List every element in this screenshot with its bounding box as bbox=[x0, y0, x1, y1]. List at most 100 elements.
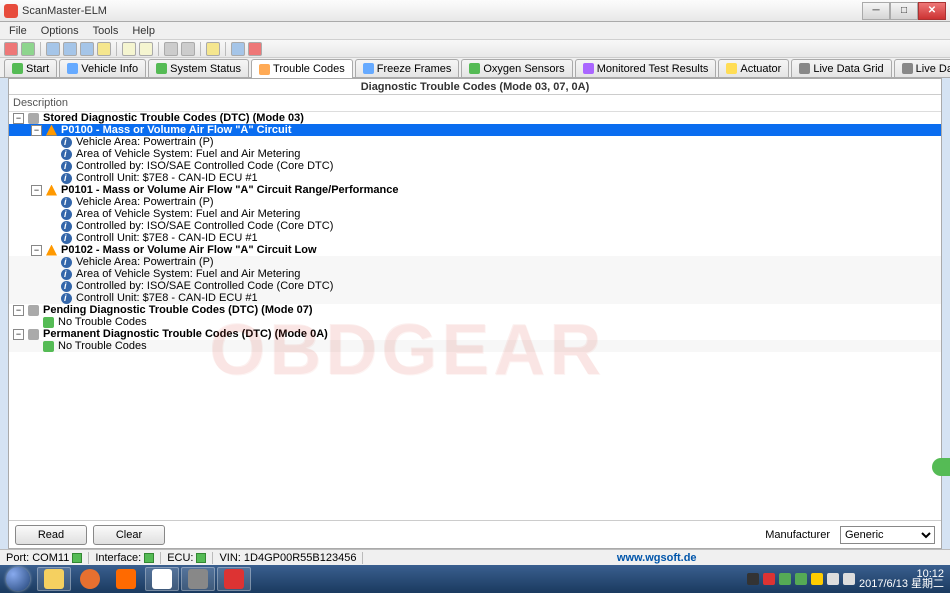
content-panel: Diagnostic Trouble Codes (Mode 03, 07, 0… bbox=[8, 78, 942, 549]
task-app2[interactable] bbox=[181, 567, 215, 591]
tree-code-row[interactable]: −P0100 - Mass or Volume Air Flow "A" Cir… bbox=[9, 124, 941, 136]
tab-oxygen[interactable]: Oxygen Sensors bbox=[461, 59, 572, 77]
led-icon bbox=[196, 553, 206, 563]
titlebar: ScanMaster-ELM ─ □ ✕ bbox=[0, 0, 950, 22]
tree-permanent-header[interactable]: −Permanent Diagnostic Trouble Codes (DTC… bbox=[9, 328, 941, 340]
tray-icon[interactable] bbox=[795, 573, 807, 585]
warn-icon bbox=[259, 64, 270, 75]
info-icon bbox=[61, 209, 72, 220]
tab-monitored[interactable]: Monitored Test Results bbox=[575, 59, 717, 77]
tree-detail-row[interactable]: Vehicle Area: Powertrain (P) bbox=[9, 256, 941, 268]
tree-detail-row[interactable]: Area of Vehicle System: Fuel and Air Met… bbox=[9, 148, 941, 160]
tb-chart-icon[interactable] bbox=[80, 42, 94, 56]
tree-detail-row[interactable]: Area of Vehicle System: Fuel and Air Met… bbox=[9, 208, 941, 220]
status-port-value: COM11 bbox=[32, 552, 69, 564]
tab-system-status[interactable]: System Status bbox=[148, 59, 249, 77]
menu-options[interactable]: Options bbox=[34, 23, 86, 39]
tab-live-meter[interactable]: Live Data Meter bbox=[894, 59, 950, 77]
tb-gear-icon[interactable] bbox=[97, 42, 111, 56]
collapse-icon[interactable]: − bbox=[31, 245, 42, 256]
tb-grid-icon[interactable] bbox=[46, 42, 60, 56]
tree-detail-row[interactable]: Vehicle Area: Powertrain (P) bbox=[9, 196, 941, 208]
folder-icon bbox=[28, 305, 39, 316]
tab-trouble-codes[interactable]: Trouble Codes bbox=[251, 59, 353, 78]
tray-icon[interactable] bbox=[763, 573, 775, 585]
info-icon bbox=[61, 149, 72, 160]
meter-icon bbox=[902, 63, 913, 74]
tb-exit-icon[interactable] bbox=[248, 42, 262, 56]
tab-actuator[interactable]: Actuator bbox=[718, 59, 789, 77]
manufacturer-select[interactable]: Generic bbox=[840, 526, 935, 544]
tree-detail-row[interactable]: Controlled by: ISO/SAE Controlled Code (… bbox=[9, 280, 941, 292]
task-app3[interactable] bbox=[217, 567, 251, 591]
tray-icon[interactable] bbox=[747, 573, 759, 585]
task-firefox[interactable] bbox=[73, 567, 107, 591]
tree-detail-row[interactable]: Controlled by: ISO/SAE Controlled Code (… bbox=[9, 220, 941, 232]
menu-tools[interactable]: Tools bbox=[86, 23, 126, 39]
tb-connect-icon[interactable] bbox=[21, 42, 35, 56]
volume-icon[interactable] bbox=[843, 573, 855, 585]
clock[interactable]: 10:12 2017/6/13 星期二 bbox=[859, 569, 944, 589]
folder-icon bbox=[44, 569, 64, 589]
task-app1[interactable] bbox=[145, 567, 179, 591]
close-button[interactable]: ✕ bbox=[918, 2, 946, 20]
actuator-icon bbox=[726, 63, 737, 74]
tray-icon[interactable] bbox=[827, 573, 839, 585]
system-tray: 10:12 2017/6/13 星期二 bbox=[741, 569, 950, 589]
tree-detail-row[interactable]: Controll Unit: $7E8 - CAN-ID ECU #1 bbox=[9, 292, 941, 304]
dtc-tree[interactable]: −Stored Diagnostic Trouble Codes (DTC) (… bbox=[9, 112, 941, 520]
tab-live-grid[interactable]: Live Data Grid bbox=[791, 59, 891, 77]
tb-doc-icon[interactable] bbox=[122, 42, 136, 56]
ok-icon bbox=[43, 317, 54, 328]
tb-stop-icon[interactable] bbox=[4, 42, 18, 56]
collapse-icon[interactable]: − bbox=[31, 185, 42, 196]
tb-bulb-icon[interactable] bbox=[206, 42, 220, 56]
tray-icon[interactable] bbox=[779, 573, 791, 585]
tree-detail-row[interactable]: Area of Vehicle System: Fuel and Air Met… bbox=[9, 268, 941, 280]
tree-detail-row[interactable]: No Trouble Codes bbox=[9, 340, 941, 352]
clear-button[interactable]: Clear bbox=[93, 525, 165, 545]
tree-pending-header[interactable]: −Pending Diagnostic Trouble Codes (DTC) … bbox=[9, 304, 941, 316]
info-icon bbox=[61, 221, 72, 232]
tree-detail-row[interactable]: Controlled by: ISO/SAE Controlled Code (… bbox=[9, 160, 941, 172]
tree-stored-header[interactable]: −Stored Diagnostic Trouble Codes (DTC) (… bbox=[9, 112, 941, 124]
tree-detail-row[interactable]: No Trouble Codes bbox=[9, 316, 941, 328]
minimize-button[interactable]: ─ bbox=[862, 2, 890, 20]
panel-header: Diagnostic Trouble Codes (Mode 03, 07, 0… bbox=[9, 79, 941, 95]
tab-start[interactable]: Start bbox=[4, 59, 57, 77]
tree-code-row[interactable]: −P0102 - Mass or Volume Air Flow "A" Cir… bbox=[9, 244, 941, 256]
collapse-icon[interactable]: − bbox=[13, 329, 24, 340]
menu-help[interactable]: Help bbox=[125, 23, 162, 39]
task-taobao[interactable] bbox=[109, 567, 143, 591]
status-iface-label: Interface: bbox=[95, 552, 141, 564]
grid-icon bbox=[799, 63, 810, 74]
tb-chip-icon[interactable] bbox=[181, 42, 195, 56]
tray-icon[interactable] bbox=[811, 573, 823, 585]
collapse-icon[interactable]: − bbox=[13, 113, 24, 124]
read-button[interactable]: Read bbox=[15, 525, 87, 545]
status-port-label: Port: bbox=[6, 552, 29, 564]
tb-plug-icon[interactable] bbox=[164, 42, 178, 56]
maximize-button[interactable]: □ bbox=[890, 2, 918, 20]
collapse-icon[interactable]: − bbox=[13, 305, 24, 316]
button-row: Read Clear Manufacturer Generic bbox=[9, 520, 941, 548]
tab-freeze-frames[interactable]: Freeze Frames bbox=[355, 59, 460, 77]
collapse-icon[interactable]: − bbox=[31, 125, 42, 136]
app-icon bbox=[4, 4, 18, 18]
status-link[interactable]: www.wgsoft.de bbox=[617, 552, 697, 564]
tb-meter-icon[interactable] bbox=[63, 42, 77, 56]
tab-vehicle-info[interactable]: Vehicle Info bbox=[59, 59, 146, 77]
tree-detail-row[interactable]: Controll Unit: $7E8 - CAN-ID ECU #1 bbox=[9, 232, 941, 244]
tb-clip-icon[interactable] bbox=[139, 42, 153, 56]
menu-file[interactable]: File bbox=[2, 23, 34, 39]
taskbar: 10:12 2017/6/13 星期二 bbox=[0, 565, 950, 593]
tree-detail-row[interactable]: Vehicle Area: Powertrain (P) bbox=[9, 136, 941, 148]
tb-info-icon[interactable] bbox=[231, 42, 245, 56]
taobao-icon bbox=[116, 569, 136, 589]
helper-fab[interactable] bbox=[932, 458, 950, 476]
task-explorer[interactable] bbox=[37, 567, 71, 591]
tree-detail-row[interactable]: Controll Unit: $7E8 - CAN-ID ECU #1 bbox=[9, 172, 941, 184]
toolbar bbox=[0, 40, 950, 58]
start-button[interactable] bbox=[0, 565, 36, 593]
tree-code-row[interactable]: −P0101 - Mass or Volume Air Flow "A" Cir… bbox=[9, 184, 941, 196]
